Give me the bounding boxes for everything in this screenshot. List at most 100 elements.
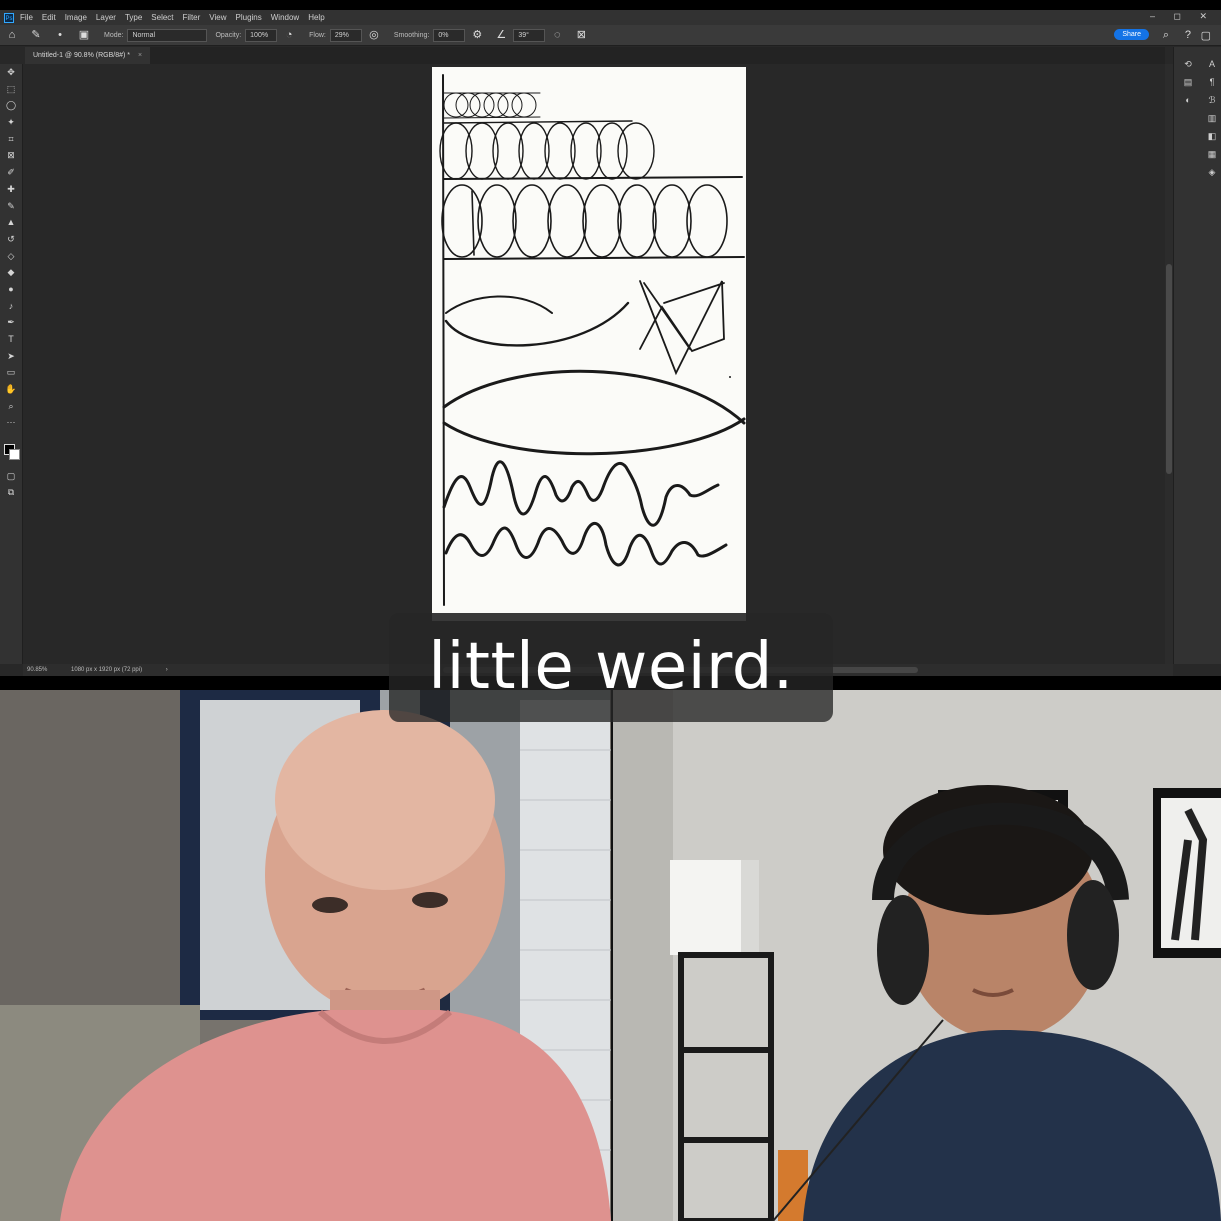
search-icon[interactable]: ⌕ — [1163, 29, 1169, 42]
path-selection-icon[interactable]: ➤ — [0, 348, 22, 365]
share-button[interactable]: Share — [1114, 29, 1149, 40]
medium-circles-stroke — [439, 120, 743, 180]
workspace-icon[interactable]: ▢ — [1201, 29, 1211, 42]
history-panel-icon[interactable]: ⟲ — [1176, 59, 1200, 77]
menu-select[interactable]: Select — [151, 13, 173, 22]
help-icon[interactable]: ? — [1185, 29, 1191, 41]
eraser-icon[interactable]: ◇ — [0, 248, 22, 265]
layers-panel-icon[interactable]: ◈ — [1200, 167, 1221, 185]
document-info: 1080 px x 1920 px (72 ppi) — [71, 667, 143, 673]
brush-icon[interactable]: ✎ — [30, 29, 42, 41]
type-tool-icon[interactable]: T — [0, 331, 22, 348]
healing-brush-icon[interactable]: ✚ — [0, 181, 22, 198]
flow-field[interactable]: 29% — [329, 28, 362, 42]
window-controls[interactable]: – ◻ ✕ — [1150, 11, 1215, 22]
opacity-label: Opacity: — [215, 31, 242, 39]
screen-mode-icon[interactable]: ⧉ — [0, 484, 22, 501]
menu-view[interactable]: View — [209, 13, 226, 22]
pen-tool-icon[interactable]: ✒ — [0, 314, 22, 331]
vertical-scrollbar[interactable] — [1165, 64, 1173, 664]
subtitle-caption: little weird. — [389, 613, 833, 722]
zigzag-stroke — [639, 280, 725, 376]
zoom-tool-icon[interactable]: ⌕ — [0, 398, 22, 415]
top-letterbox — [0, 0, 1221, 10]
frame-tool-icon[interactable]: ⊠ — [0, 147, 22, 164]
home-icon[interactable]: ⌂ — [6, 29, 18, 41]
symmetry-icon[interactable]: ⊠ — [575, 29, 587, 41]
brush-strokes — [439, 74, 746, 606]
zoom-level[interactable]: 90.85% — [27, 667, 47, 673]
brush-size-icon[interactable]: • — [54, 29, 66, 41]
right-panels: ⟲ ▤ ◐ A ¶ ℬ ▥ ◧ ▦ ◈ — [1173, 47, 1221, 664]
paint-bucket-icon[interactable]: ◆ — [0, 264, 22, 281]
stamp-tool-icon[interactable]: ▲ — [0, 214, 22, 231]
swatches-panel-icon[interactable]: ▦ — [1200, 149, 1221, 167]
wave-stroke-1 — [442, 460, 720, 527]
pressure-size-icon[interactable]: ◌ — [551, 29, 563, 41]
magic-wand-icon[interactable]: ✦ — [0, 114, 22, 131]
menu-image[interactable]: Image — [65, 13, 87, 22]
arc-stroke-2 — [444, 301, 630, 347]
participant-left-image — [0, 690, 611, 1221]
smoothing-label: Smoothing: — [393, 31, 430, 39]
brush-settings-icon[interactable]: ▣ — [78, 29, 90, 41]
participant-video-left — [0, 690, 611, 1221]
properties-panel-icon[interactable]: ▤ — [1176, 77, 1200, 95]
participant-video-right — [613, 690, 1221, 1221]
glyphs-panel-icon[interactable]: ℬ — [1200, 95, 1221, 113]
menu-file[interactable]: File — [20, 13, 33, 22]
status-arrow-icon[interactable]: › — [166, 667, 168, 673]
airbrush-icon[interactable]: ◎ — [368, 29, 380, 41]
opacity-field[interactable]: 100% — [245, 28, 278, 42]
menu-type[interactable]: Type — [125, 13, 142, 22]
character-panel-icon[interactable]: A — [1200, 59, 1221, 77]
vertical-scroll-thumb[interactable] — [1166, 264, 1172, 474]
eyedropper-icon[interactable]: ✐ — [0, 164, 22, 181]
angle-icon: ∠ — [496, 29, 507, 41]
options-bar: ⌂ ✎ • ▣ Mode: Normal Opacity: 100% ◔ Flo… — [0, 25, 1221, 46]
smoothing-field[interactable]: 0% — [433, 28, 466, 42]
canvas-workspace — [23, 64, 1165, 664]
paragraph-panel-icon[interactable]: ¶ — [1200, 77, 1221, 95]
photoshop-window: Ps File Edit Image Layer Type Select Fil… — [0, 0, 1221, 676]
color-panel-icon[interactable]: ◧ — [1200, 131, 1221, 149]
color-swatches[interactable] — [4, 444, 20, 460]
more-tools-icon[interactable]: ··· — [0, 414, 22, 431]
participant-right-image — [613, 690, 1221, 1221]
menu-edit[interactable]: Edit — [42, 13, 56, 22]
dodge-tool-icon[interactable]: ♪ — [0, 298, 22, 315]
lens-bottom-stroke — [442, 417, 746, 456]
document-tab[interactable]: Untitled-1 @ 90.8% (RGB/8#) * × — [25, 47, 151, 64]
menu-help[interactable]: Help — [308, 13, 324, 22]
lasso-tool-icon[interactable]: ◯ — [0, 97, 22, 114]
libraries-panel-icon[interactable]: ▥ — [1200, 113, 1221, 131]
brush-tool-icon[interactable]: ✎ — [0, 198, 22, 215]
gear-icon[interactable]: ⚙ — [471, 29, 483, 41]
history-brush-icon[interactable]: ↺ — [0, 231, 22, 248]
menu-bar: Ps File Edit Image Layer Type Select Fil… — [0, 10, 1221, 25]
lens-top-stroke — [442, 369, 746, 425]
quick-mask-icon[interactable]: ▢ — [0, 468, 22, 485]
tools-panel: ✥ ⬚ ◯ ✦ ⌗ ⊠ ✐ ✚ ✎ ▲ ↺ ◇ ◆ ● ♪ ✒ T ➤ ▭ ✋ … — [0, 64, 23, 664]
menu-window[interactable]: Window — [271, 13, 299, 22]
menu-layer[interactable]: Layer — [96, 13, 116, 22]
document-tab-bar: Untitled-1 @ 90.8% (RGB/8#) * × — [25, 47, 1165, 64]
menu-filter[interactable]: Filter — [183, 13, 201, 22]
close-icon[interactable]: × — [138, 52, 142, 59]
adjustments-panel-icon[interactable]: ◐ — [1176, 95, 1200, 113]
mode-select[interactable]: Normal — [127, 28, 208, 42]
pressure-opacity-icon[interactable]: ◔ — [283, 29, 295, 41]
marquee-tool-icon[interactable]: ⬚ — [0, 81, 22, 98]
rectangle-tool-icon[interactable]: ▭ — [0, 364, 22, 381]
blur-tool-icon[interactable]: ● — [0, 281, 22, 298]
move-tool-icon[interactable]: ✥ — [0, 64, 22, 81]
small-circles-stroke — [443, 92, 541, 119]
menu-plugins[interactable]: Plugins — [236, 13, 262, 22]
crop-tool-icon[interactable]: ⌗ — [0, 131, 22, 148]
large-circles-stroke — [441, 184, 745, 260]
background-color[interactable] — [9, 449, 20, 460]
hand-tool-icon[interactable]: ✋ — [0, 381, 22, 398]
wave-stroke-2 — [444, 522, 728, 567]
angle-field[interactable]: 39° — [513, 28, 546, 42]
document-canvas[interactable] — [432, 67, 746, 613]
